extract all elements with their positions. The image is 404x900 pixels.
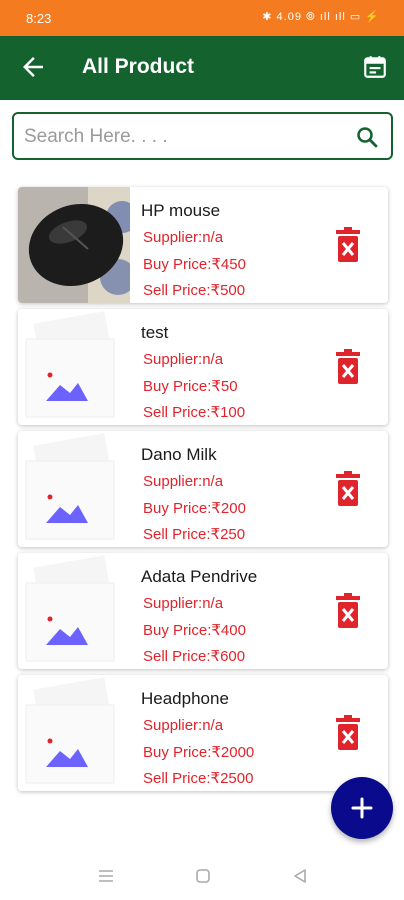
- search-icon[interactable]: [355, 125, 379, 149]
- product-sell-price: Sell Price:₹500: [143, 282, 246, 299]
- product-card[interactable]: HP mouse Supplier:n/a Buy Price:₹450 Sel…: [18, 187, 388, 303]
- status-icons: ✱ 4.09 ⦾ ıll ıll ▭ ⚡: [262, 11, 380, 23]
- product-list: HP mouse Supplier:n/a Buy Price:₹450 Sel…: [18, 187, 388, 797]
- product-supplier: Supplier:n/a: [143, 595, 224, 612]
- app-bar: All Product: [0, 36, 404, 100]
- product-buy-price: Buy Price:₹400: [143, 622, 246, 639]
- home-icon[interactable]: [193, 866, 213, 886]
- product-image-placeholder: [18, 553, 130, 669]
- product-sell-price: Sell Price:₹100: [143, 404, 246, 421]
- product-sell-price: Sell Price:₹250: [143, 526, 246, 543]
- product-sell-price: Sell Price:₹2500: [143, 770, 254, 787]
- product-card[interactable]: test Supplier:n/a Buy Price:₹50 Sell Pri…: [18, 309, 388, 425]
- product-buy-price: Buy Price:₹200: [143, 500, 246, 517]
- product-supplier: Supplier:n/a: [143, 717, 224, 734]
- product-name: Dano Milk: [141, 445, 217, 464]
- product-image-mouse: [18, 187, 130, 303]
- delete-icon[interactable]: [334, 471, 362, 507]
- add-icon: [351, 797, 373, 819]
- product-card[interactable]: Adata Pendrive Supplier:n/a Buy Price:₹4…: [18, 553, 388, 669]
- back-arrow-icon[interactable]: [18, 52, 48, 82]
- product-image-placeholder: [18, 309, 130, 425]
- status-bar: 8:23 ✱ 4.09 ⦾ ıll ıll ▭ ⚡: [0, 0, 404, 36]
- delete-icon[interactable]: [334, 715, 362, 751]
- search-input[interactable]: [24, 124, 344, 150]
- product-sell-price: Sell Price:₹600: [143, 648, 246, 665]
- product-buy-price: Buy Price:₹450: [143, 256, 246, 273]
- product-name: HP mouse: [141, 201, 221, 220]
- product-name: test: [141, 323, 169, 342]
- product-name: Headphone: [141, 689, 229, 708]
- system-nav-bar: [0, 850, 404, 900]
- delete-icon[interactable]: [334, 349, 362, 385]
- status-time: 8:23: [26, 11, 52, 26]
- product-name: Adata Pendrive: [141, 567, 258, 586]
- product-image-placeholder: [18, 431, 130, 547]
- product-supplier: Supplier:n/a: [143, 229, 224, 246]
- recents-icon[interactable]: [96, 866, 116, 886]
- add-product-button[interactable]: [331, 777, 393, 839]
- page-title: All Product: [82, 55, 195, 78]
- product-card[interactable]: Headphone Supplier:n/a Buy Price:₹2000 S…: [18, 675, 388, 791]
- calendar-icon[interactable]: [362, 54, 388, 80]
- product-image-placeholder: [18, 675, 130, 791]
- product-buy-price: Buy Price:₹2000: [143, 744, 255, 761]
- product-buy-price: Buy Price:₹50: [143, 378, 238, 395]
- product-supplier: Supplier:n/a: [143, 351, 224, 368]
- product-card[interactable]: Dano Milk Supplier:n/a Buy Price:₹200 Se…: [18, 431, 388, 547]
- back-nav-icon[interactable]: [290, 866, 310, 886]
- delete-icon[interactable]: [334, 593, 362, 629]
- search-box: [12, 112, 393, 160]
- delete-icon[interactable]: [334, 227, 362, 263]
- product-supplier: Supplier:n/a: [143, 473, 224, 490]
